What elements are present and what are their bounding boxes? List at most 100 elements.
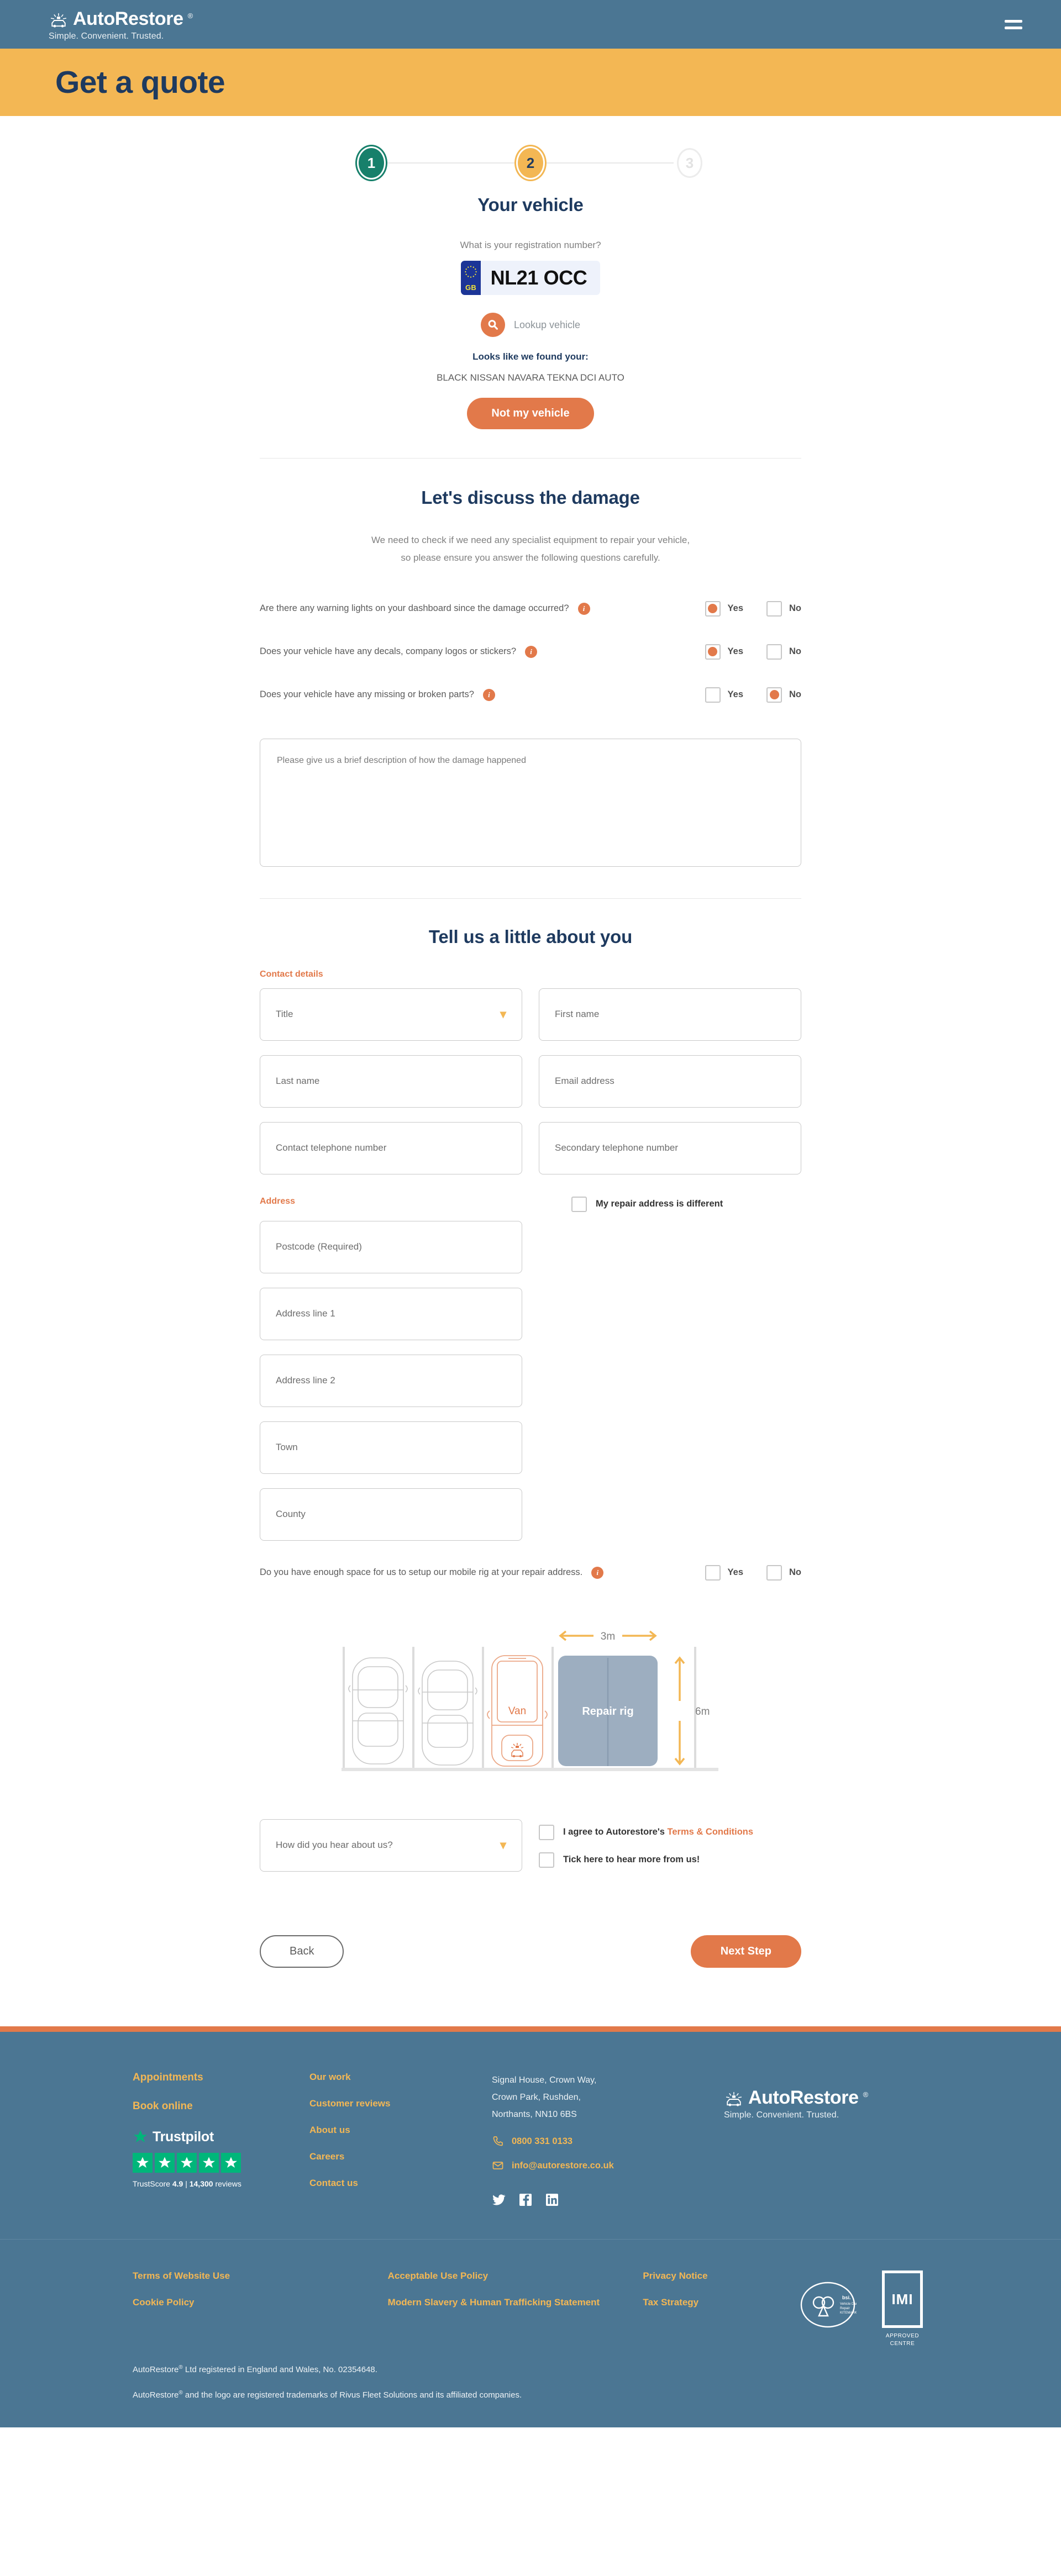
back-button[interactable]: Back: [260, 1935, 344, 1968]
answer-no[interactable]: No: [766, 644, 801, 660]
legal-links-column-3: Privacy Notice Tax Strategy: [643, 2271, 799, 2348]
terms-link[interactable]: Terms & Conditions: [668, 1827, 754, 1837]
contact-phone-field[interactable]: Contact telephone number: [260, 1121, 522, 1174]
damage-intro-line2: so please ensure you answer the followin…: [401, 552, 660, 563]
answer-yes[interactable]: Yes: [705, 644, 743, 660]
about-you-title: Tell us a little about you: [428, 926, 633, 947]
last-name-field[interactable]: Last name: [260, 1055, 522, 1108]
hamburger-menu-icon[interactable]: [1000, 15, 1027, 34]
space-question-row: Do you have enough space for us to setup…: [260, 1564, 801, 1581]
next-step-button[interactable]: Next Step: [690, 1935, 801, 1968]
damage-description-textarea[interactable]: [260, 738, 801, 867]
step-2-label: 2: [526, 154, 535, 171]
footer-link-contact-us[interactable]: Contact us: [309, 2178, 492, 2189]
footer-link-about-us[interactable]: About us: [309, 2125, 492, 2136]
checkbox-no[interactable]: [766, 600, 782, 617]
space-answer-yes[interactable]: Yes: [705, 1564, 743, 1581]
footer-link-our-work[interactable]: Our work: [309, 2072, 492, 2083]
imi-caption-line2: CENTRE: [890, 2341, 915, 2347]
footer-link-customer-reviews[interactable]: Customer reviews: [309, 2098, 492, 2109]
info-icon[interactable]: i: [577, 602, 590, 615]
legal-link-cookie-policy[interactable]: Cookie Policy: [133, 2297, 388, 2308]
linkedin-icon[interactable]: [545, 2193, 559, 2207]
brand-tagline: Simple. Convenient. Trusted.: [49, 31, 164, 41]
checkbox-yes[interactable]: [705, 687, 721, 703]
info-icon[interactable]: i: [482, 688, 495, 701]
step-1[interactable]: 1: [359, 148, 384, 178]
answer-yes-label: Yes: [727, 689, 743, 700]
checkbox-yes[interactable]: [705, 600, 721, 617]
legal-link-privacy-notice[interactable]: Privacy Notice: [643, 2271, 799, 2282]
checkbox-no[interactable]: [766, 644, 782, 660]
registration-question: What is your registration number?: [460, 240, 601, 250]
postcode-placeholder: Postcode (Required): [276, 1241, 362, 1252]
terms-checkbox[interactable]: [539, 1824, 554, 1840]
space-checkbox-no[interactable]: [766, 1564, 782, 1581]
height-dimension-label: 6m: [695, 1706, 710, 1718]
step-3[interactable]: 3: [677, 148, 702, 178]
checkbox-no[interactable]: [766, 687, 782, 703]
address-line-1: Signal House, Crown Way,: [492, 2075, 597, 2085]
answer-yes[interactable]: Yes: [705, 687, 743, 703]
bsi-kitemark-icon: bsi. Vehicle Damage Repair KITEMARK™: [800, 2282, 857, 2328]
review-count: 14,300: [189, 2179, 213, 2188]
county-field[interactable]: County: [260, 1488, 522, 1541]
terms-consent-text: I agree to Autorestore's Terms & Conditi…: [563, 1827, 753, 1837]
address-line2-field[interactable]: Address line 2: [260, 1354, 522, 1407]
footer-email-row[interactable]: info@autorestore.co.uk: [492, 2159, 724, 2172]
trustpilot-widget[interactable]: Trustpilot TrustScore 4.9 | 14,300 revie…: [133, 2129, 309, 2188]
registration-plate[interactable]: GB NL21 OCC: [461, 261, 600, 295]
checkbox-yes[interactable]: [705, 644, 721, 660]
not-my-vehicle-button[interactable]: Not my vehicle: [467, 398, 594, 429]
marketing-consent-row[interactable]: Tick here to hear more from us!: [539, 1852, 801, 1868]
lookup-vehicle-label[interactable]: Lookup vehicle: [514, 319, 580, 331]
info-icon[interactable]: i: [591, 1566, 604, 1579]
footer-link-careers[interactable]: Careers: [309, 2151, 492, 2162]
lookup-vehicle-button[interactable]: [480, 313, 505, 337]
repair-address-checkbox[interactable]: [571, 1196, 587, 1212]
answer-no[interactable]: No: [766, 600, 801, 617]
marketing-checkbox[interactable]: [539, 1852, 554, 1868]
terms-consent-row[interactable]: I agree to Autorestore's Terms & Conditi…: [539, 1824, 801, 1840]
facebook-icon[interactable]: [518, 2193, 533, 2207]
info-icon[interactable]: i: [525, 645, 538, 658]
secondary-phone-field[interactable]: Secondary telephone number: [539, 1121, 801, 1174]
twitter-icon[interactable]: [492, 2193, 506, 2207]
first-name-field[interactable]: First name: [539, 988, 801, 1041]
hear-about-us-select[interactable]: How did you hear about us? ▾: [260, 1819, 522, 1872]
contact-details-label: Contact details: [260, 969, 323, 979]
legal-link-acceptable-use-policy[interactable]: Acceptable Use Policy: [388, 2271, 643, 2282]
answer-no[interactable]: No: [766, 687, 801, 703]
space-question-text: Do you have enough space for us to setup…: [260, 1567, 583, 1578]
step-2[interactable]: 2: [518, 148, 543, 178]
footer-email[interactable]: info@autorestore.co.uk: [512, 2161, 614, 2171]
star-3: [177, 2152, 197, 2173]
town-field[interactable]: Town: [260, 1421, 522, 1474]
legal-link-modern-slavery-statement[interactable]: Modern Slavery & Human Trafficking State…: [388, 2297, 643, 2308]
step-3-label: 3: [685, 154, 694, 171]
footer-phone-row[interactable]: 0800 331 0133: [492, 2135, 724, 2147]
contact-fields-grid: Title ▾ First name Last name Email addre…: [260, 988, 801, 1174]
address-line1-field[interactable]: Address line 1: [260, 1287, 522, 1340]
contact-phone-placeholder: Contact telephone number: [276, 1142, 387, 1153]
damage-intro-line1: We need to check if we need any speciali…: [371, 535, 690, 545]
space-checkbox-yes[interactable]: [705, 1564, 721, 1581]
postcode-field[interactable]: Postcode (Required): [260, 1220, 522, 1273]
legal-link-tax-strategy[interactable]: Tax Strategy: [643, 2297, 799, 2308]
footer-link-appointments[interactable]: Appointments: [133, 2072, 309, 2084]
brand-logo[interactable]: AutoRestore ® Simple. Convenient. Truste…: [49, 7, 193, 41]
space-answer-no[interactable]: No: [766, 1564, 801, 1581]
section-divider-2: [260, 898, 801, 899]
legal1-pre: AutoRestore: [133, 2365, 179, 2375]
legal-link-terms-of-website-use[interactable]: Terms of Website Use: [133, 2271, 388, 2282]
answer-no-label: No: [789, 646, 801, 657]
van-label: Van: [508, 1705, 526, 1717]
answer-yes[interactable]: Yes: [705, 600, 743, 617]
footer-phone[interactable]: 0800 331 0133: [512, 2136, 572, 2147]
email-field[interactable]: Email address: [539, 1055, 801, 1108]
step-connector-2: [547, 162, 674, 164]
footer-link-book-online[interactable]: Book online: [133, 2100, 309, 2113]
registration-input[interactable]: NL21 OCC: [481, 261, 600, 295]
repair-address-different-row[interactable]: My repair address is different: [571, 1196, 723, 1212]
title-select[interactable]: Title ▾: [260, 988, 522, 1041]
